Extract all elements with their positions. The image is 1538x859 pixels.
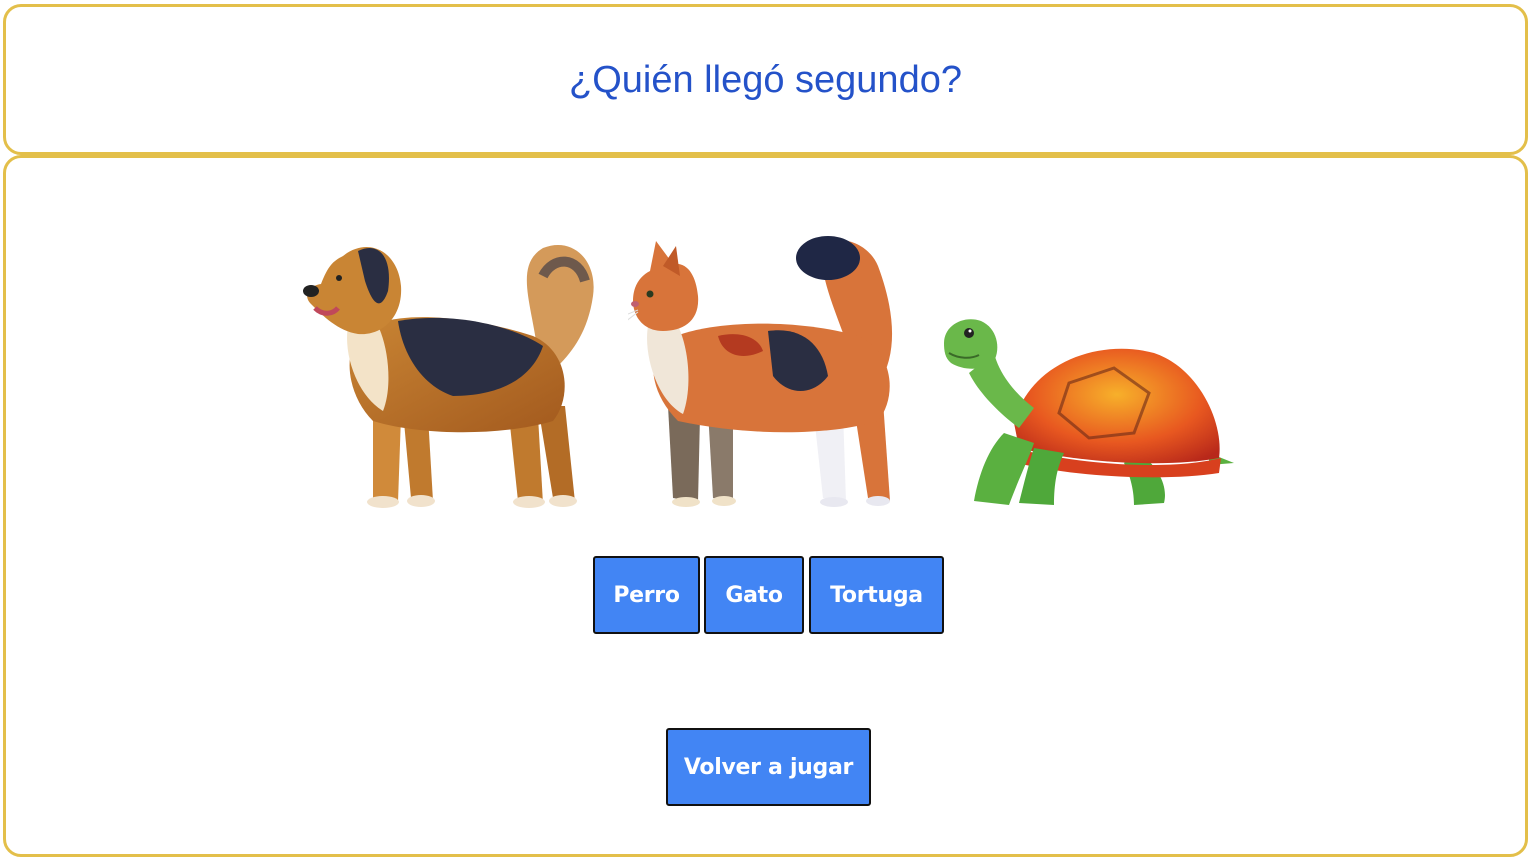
answer-button-tortuga[interactable]: Tortuga — [809, 556, 944, 634]
question-panel: ¿Quién llegó segundo? — [3, 4, 1528, 155]
answer-button-perro[interactable]: Perro — [593, 556, 700, 634]
replay-button[interactable]: Volver a jugar — [666, 728, 871, 806]
cat-icon — [628, 236, 893, 507]
answer-button-gato[interactable]: Gato — [704, 556, 804, 634]
dog-icon — [303, 244, 594, 508]
question-title: ¿Quién llegó segundo? — [569, 59, 962, 101]
game-panel: Perro Gato Tortuga Volver a jugar — [3, 155, 1528, 857]
turtle-icon — [944, 319, 1234, 505]
